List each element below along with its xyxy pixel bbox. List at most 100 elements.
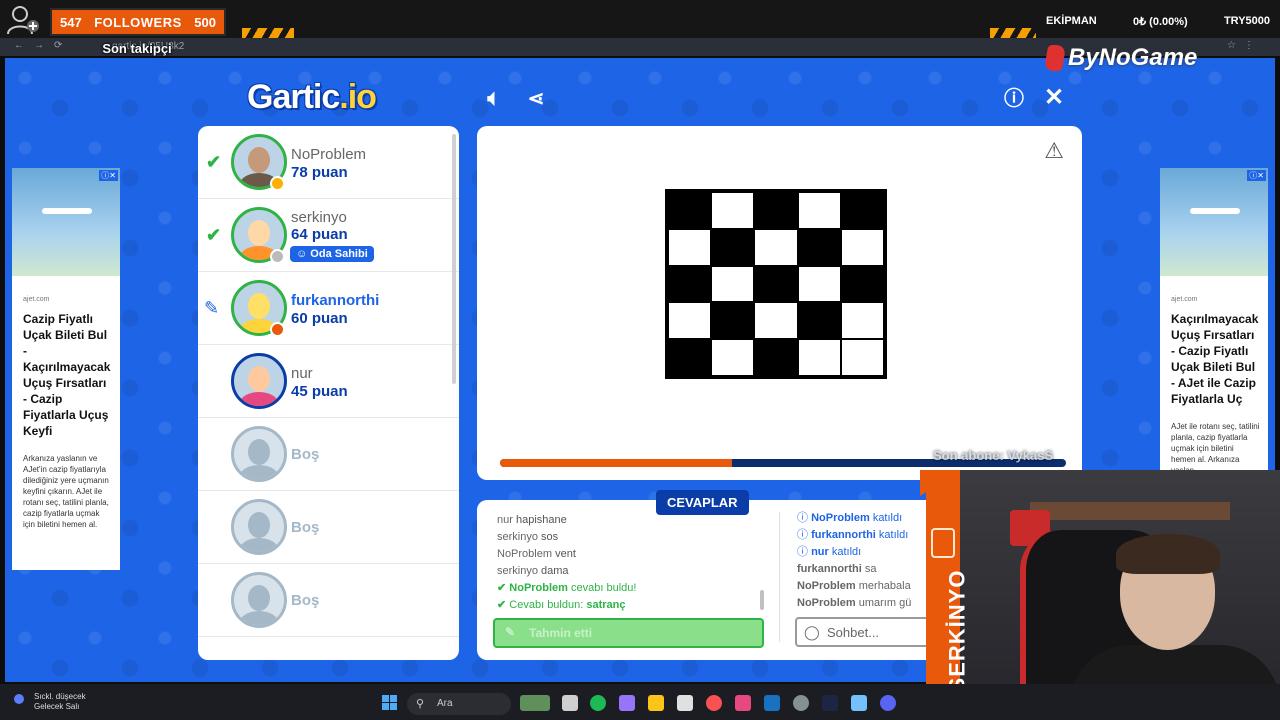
ad-source: ajet.com: [1171, 296, 1198, 303]
turn-timer-fill: [500, 459, 733, 467]
spotify-icon[interactable]: [590, 695, 606, 711]
overlay-stripes: [990, 28, 1036, 38]
guessed-check-icon: ✔: [206, 225, 222, 245]
chat-bubble-icon: ◯: [804, 624, 820, 640]
copilot-icon[interactable]: [619, 695, 635, 711]
store-icon[interactable]: [677, 695, 693, 711]
answers-scrollbar[interactable]: [760, 590, 764, 610]
close-icon[interactable]: ✕: [1041, 86, 1067, 110]
equipment-value: 0₺ (0.00%): [1132, 15, 1188, 28]
status-dot: [270, 249, 285, 264]
bynogame-mark-icon: [1043, 45, 1067, 71]
player-name: serkinyo: [291, 209, 347, 226]
chat-divider: [779, 512, 780, 642]
gartic-logo: Gartic.io: [247, 78, 377, 116]
ad-description: AJet ile rotanı seç, tatilini planla, ca…: [1171, 422, 1260, 475]
search-icon: ⚲: [416, 698, 425, 710]
app-icon[interactable]: [793, 695, 809, 711]
avatar: [231, 353, 287, 409]
player-points: 60 puan: [291, 310, 348, 327]
volume-icon[interactable]: 🔈︎: [481, 86, 507, 110]
obs-icon[interactable]: [735, 695, 751, 711]
equipment-goal-bar: EKİPMAN 0₺ (0.00%) TRY5000: [1040, 8, 1280, 34]
player-row[interactable]: ✔ NoProblem 78 puan: [198, 126, 459, 199]
player-name: furkannorthi: [291, 292, 380, 309]
webcam-room: [960, 470, 1280, 720]
sponsor-logo: ByNoGame: [1043, 44, 1197, 72]
empty-slot-label: Boş: [291, 519, 320, 536]
file-explorer-icon[interactable]: [648, 695, 664, 711]
steam-icon[interactable]: [764, 695, 780, 711]
drawing-canvas[interactable]: ⚠: [477, 126, 1082, 480]
ad-image: [12, 168, 120, 276]
player-name: NoProblem: [291, 146, 367, 163]
share-icon[interactable]: ⋖: [523, 87, 549, 111]
app-icon[interactable]: [851, 695, 867, 711]
equipment-goal: TRY5000: [1223, 15, 1270, 27]
player-row[interactable]: ✔ serkinyo 64 puan ☺ Oda Sahibi: [198, 199, 459, 272]
answers-tab[interactable]: CEVAPLAR: [656, 490, 749, 515]
ad-headline[interactable]: Kaçırılmayacak Uçuş Fırsatları - Cazip F…: [1171, 311, 1260, 407]
chrome-icon[interactable]: [706, 695, 722, 711]
discord-icon[interactable]: [880, 695, 896, 711]
taskbar-app-icon[interactable]: [520, 695, 550, 711]
stream-top-overlay: 547 FOLLOWERS 500 EKİPMAN 0₺ (0.00%) TRY…: [0, 0, 1280, 40]
player-row-empty: Boş: [198, 564, 459, 637]
answer-row: NoProblem vent: [497, 548, 576, 560]
ad-description: Arkanıza yaslanın ve AJet'in cazip fiyat…: [23, 454, 109, 529]
browser-nav-icons[interactable]: ←→⟳: [14, 40, 72, 51]
player-points: 64 puan: [291, 226, 348, 243]
answers-chat-panel: nur hapishane serkinyo sos NoProblem ven…: [477, 500, 977, 660]
plane-icon: [42, 208, 92, 214]
empty-avatar: [231, 426, 287, 482]
your-answer-row: ✔ Cevabı buldun: satranç: [497, 599, 626, 611]
empty-slot-label: Boş: [291, 592, 320, 609]
webcam-feed: SERKİNYO: [926, 470, 1280, 720]
followers-goal-bar: 547 FOLLOWERS 500: [50, 8, 226, 36]
status-dot: [270, 322, 285, 337]
player-row-empty: Boş: [198, 491, 459, 564]
last-follower-label: Son takipçi: [102, 41, 172, 56]
empty-avatar: [231, 572, 287, 628]
player-row[interactable]: nur 45 puan: [198, 345, 459, 418]
guessed-check-icon: ✔: [206, 152, 222, 172]
answer-row: serkinyo dama: [497, 565, 569, 577]
report-warning-icon[interactable]: ⚠: [1044, 138, 1064, 164]
drawing-chessboard: [665, 189, 887, 379]
status-dot: [270, 176, 285, 191]
player-list: ✔ NoProblem 78 puan ✔ serkinyo 64 puan ☺…: [198, 126, 459, 660]
browser-extension-icons[interactable]: ☆⋮: [1227, 40, 1262, 51]
ad-headline[interactable]: Cazip Fiyatlı Uçak Bileti Bul - Kaçırılm…: [23, 311, 112, 439]
chat-input[interactable]: ◯ Sohbet...: [795, 617, 945, 647]
info-icon[interactable]: ⓘ: [1001, 87, 1027, 111]
player-row-empty: Boş: [198, 418, 459, 491]
answer-row: serkinyo sos: [497, 531, 559, 543]
ad-info-icon[interactable]: ⓘ✕: [1247, 170, 1266, 181]
pencil-icon: ✎: [505, 625, 516, 639]
task-view-icon[interactable]: [562, 695, 578, 711]
guess-input[interactable]: ✎ Tahmin etti: [493, 618, 764, 648]
ad-source: ajet.com: [23, 296, 50, 303]
taskbar-search[interactable]: ⚲ Ara: [407, 693, 511, 715]
pencil-icon: ✎: [204, 298, 220, 318]
ad-image: [1160, 168, 1268, 276]
weather-icon: [14, 694, 24, 704]
windows-start-icon[interactable]: [382, 695, 397, 710]
webcam-name-bar: SERKİNYO: [926, 470, 969, 720]
ad-info-icon[interactable]: ⓘ✕: [99, 170, 118, 181]
player-row[interactable]: ✎ furkannorthi 60 puan: [198, 272, 459, 345]
last-subscriber: Son abone: VykasS: [933, 448, 1054, 463]
ad-left[interactable]: ⓘ✕ ajet.com Cazip Fiyatlı Uçak Bileti Bu…: [12, 168, 120, 570]
photoshop-icon[interactable]: [822, 695, 838, 711]
streamer-logo-icon: [931, 528, 955, 558]
add-user-icon: [7, 6, 39, 35]
player-list-scrollbar[interactable]: [452, 134, 456, 384]
followers-label: FOLLOWERS: [94, 14, 182, 30]
room-owner-badge: ☺ Oda Sahibi: [290, 246, 374, 262]
windows-taskbar: Sıckl. düşecek Gelecek Salı ⚲ Ara: [0, 684, 1280, 720]
overlay-stripes: [242, 28, 294, 38]
equipment-label: EKİPMAN: [1046, 15, 1097, 27]
weather-widget[interactable]: Sıckl. düşecek Gelecek Salı: [14, 692, 86, 712]
answers-list: nur hapishane serkinyo sos NoProblem ven…: [497, 512, 767, 614]
empty-avatar: [231, 499, 287, 555]
